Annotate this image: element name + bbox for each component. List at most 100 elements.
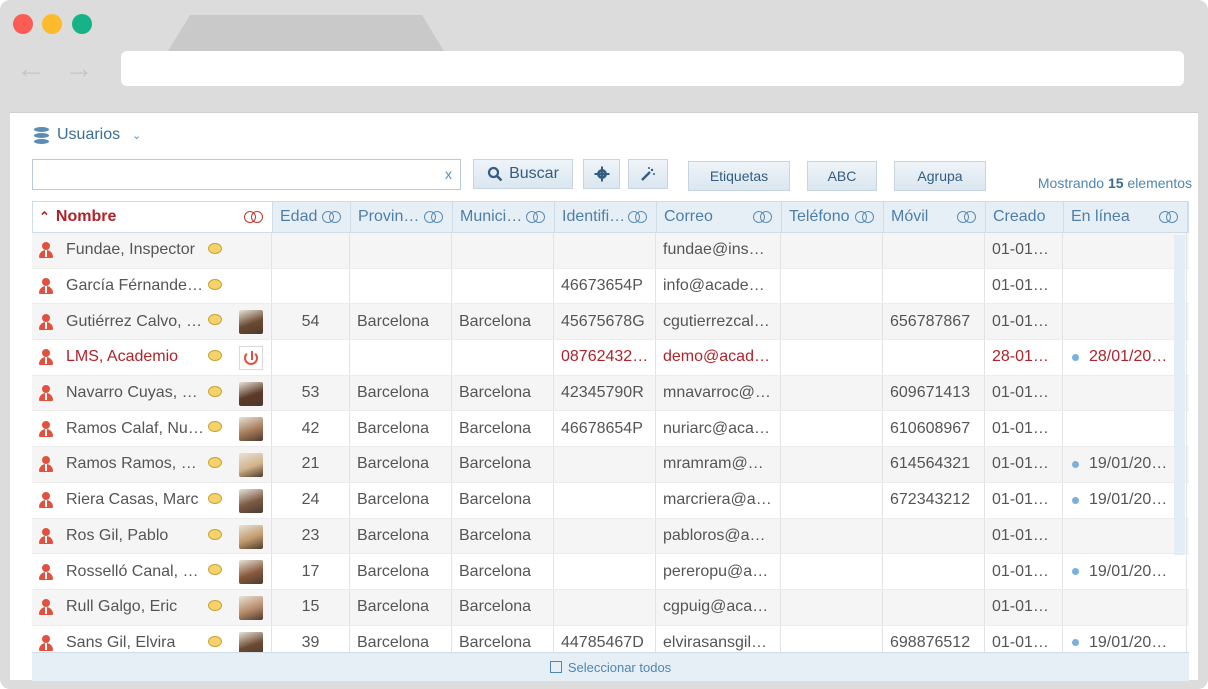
table-row[interactable]: Rosselló Canal, P… 17 Barcelona Barcelona pe… [32, 554, 1189, 590]
chat-bubble-icon[interactable] [208, 635, 222, 647]
cell-identificacion [554, 554, 656, 589]
chat-bubble-icon[interactable] [208, 457, 222, 469]
cell-nombre: Navarro Cuyas, … [32, 375, 272, 411]
table-row[interactable]: Ros Gil, Pablo 23 Barcelona Barcelona pablor… [32, 518, 1189, 555]
tags-button[interactable]: Etiquetas [688, 161, 790, 191]
forward-arrow-icon[interactable]: → [62, 54, 96, 84]
user-name[interactable]: García Férnande… [66, 277, 208, 295]
table-row[interactable]: Gutiérrez Calvo, … 54 Barcelona Barcelona 45… [32, 304, 1189, 341]
chat-bubble-icon[interactable] [208, 243, 222, 254]
table-row[interactable]: LMS, Academio 08762432… demo@acad… 28-01… 28… [32, 340, 1189, 376]
chat-bubble-icon[interactable] [208, 528, 222, 540]
settings-button[interactable] [583, 159, 620, 189]
column-header-movil[interactable]: Móvil [884, 202, 986, 232]
user-icon [38, 634, 54, 651]
column-toggle-icon[interactable] [322, 211, 342, 223]
cell-en-linea [1063, 375, 1187, 411]
column-header-provincia[interactable]: Provin… [351, 202, 453, 232]
user-photo-avatar [239, 381, 263, 406]
search-button[interactable]: Buscar [473, 159, 573, 189]
app-viewport: Usuarios ⌄ x Buscar Etiquetas ABC Agrupa… [10, 112, 1198, 681]
chat-bubble-icon[interactable] [208, 421, 222, 433]
magic-wand-button[interactable] [628, 159, 668, 189]
user-name[interactable]: Ramos Calaf, Nu… [66, 420, 208, 438]
column-toggle-icon[interactable] [855, 211, 875, 223]
cell-creado: 01-01… [985, 304, 1063, 340]
chat-bubble-icon[interactable] [208, 385, 222, 397]
chat-bubble-icon[interactable] [208, 564, 222, 576]
cell-movil [883, 268, 985, 304]
online-status-icon [1072, 496, 1079, 504]
column-toggle-icon[interactable] [526, 211, 546, 223]
chat-bubble-icon[interactable] [208, 350, 222, 362]
table-row[interactable]: Fundae, Inspector fundae@ins… 01-01… [32, 233, 1189, 269]
column-label: Correo [664, 208, 713, 225]
column-header-en-linea[interactable]: En línea [1064, 202, 1188, 232]
table-scrollbar[interactable] [1174, 235, 1185, 555]
user-photo-avatar [239, 310, 263, 335]
cell-correo: demo@acad… [656, 340, 781, 375]
column-header-identificacion[interactable]: Identifi… [555, 202, 657, 232]
cell-correo: mramram@… [656, 447, 781, 482]
column-header-municipio[interactable]: Munici… [453, 202, 555, 232]
user-name[interactable]: Navarro Cuyas, … [66, 384, 208, 402]
cell-identificacion [554, 589, 656, 625]
cell-en-linea [1063, 589, 1187, 625]
column-toggle-icon[interactable] [753, 211, 773, 223]
cell-municipio: Barcelona [452, 554, 554, 589]
user-name[interactable]: Sans Gil, Elvira [66, 634, 208, 652]
group-button[interactable]: Agrupa [894, 161, 986, 191]
table-row[interactable]: Ramos Ramos, … 21 Barcelona Barcelona mramra… [32, 447, 1189, 483]
user-name[interactable]: Fundae, Inspector [66, 241, 208, 259]
back-arrow-icon[interactable]: ← [14, 54, 48, 84]
cell-en-linea: 19/01/20… [1063, 447, 1187, 482]
count-prefix: Mostrando [1037, 175, 1105, 191]
chat-bubble-icon[interactable] [208, 599, 222, 611]
cell-movil [883, 554, 985, 589]
close-window-button[interactable] [13, 14, 33, 34]
column-header-telefono[interactable]: Teléfono [782, 202, 884, 232]
user-name[interactable]: Riera Casas, Marc [66, 491, 208, 509]
table-row[interactable]: García Férnande… 46673654P info@acade… 01-0… [32, 268, 1189, 305]
user-name[interactable]: Gutiérrez Calvo, … [66, 313, 208, 331]
cell-creado: 01-01… [985, 375, 1063, 411]
table-row[interactable]: Ramos Calaf, Nu… 42 Barcelona Barcelona 4667… [32, 411, 1189, 448]
address-bar[interactable] [121, 51, 1184, 86]
abc-button[interactable]: ABC [807, 161, 877, 191]
minimize-window-button[interactable] [42, 14, 62, 34]
user-name[interactable]: Rosselló Canal, P… [66, 563, 208, 581]
user-name[interactable]: LMS, Academio [66, 348, 208, 366]
search-input[interactable]: x [32, 159, 461, 190]
chat-bubble-icon[interactable] [208, 492, 222, 504]
cell-municipio: Barcelona [452, 482, 554, 518]
select-all-button[interactable]: Seleccionar todos [32, 652, 1189, 681]
user-icon [38, 420, 54, 437]
table-row[interactable]: Rull Galgo, Eric 15 Barcelona Barcelona cgpu… [32, 589, 1189, 626]
cell-correo: pereropu@a… [656, 554, 781, 589]
column-header-creado[interactable]: Creado [986, 202, 1064, 232]
module-selector[interactable]: Usuarios ⌄ [34, 125, 141, 145]
user-name[interactable]: Rull Galgo, Eric [66, 598, 208, 616]
cell-edad: 53 [272, 375, 350, 411]
table-row[interactable]: Riera Casas, Marc 24 Barcelona Barcelona mar… [32, 482, 1189, 519]
last-online: 19/01/20… [1089, 455, 1168, 473]
column-toggle-icon[interactable] [424, 211, 444, 223]
column-toggle-icon[interactable] [1159, 211, 1179, 223]
last-online: 19/01/20… [1089, 562, 1168, 580]
column-toggle-icon[interactable] [244, 211, 264, 223]
chat-bubble-icon[interactable] [208, 314, 222, 326]
clear-search-button[interactable]: x [445, 166, 452, 182]
table-row[interactable]: Navarro Cuyas, … 53 Barcelona Barcelona 4234… [32, 375, 1189, 412]
column-toggle-icon[interactable] [628, 211, 648, 223]
column-header-nombre[interactable]: ⌃ Nombre [33, 202, 273, 232]
column-header-edad[interactable]: Edad [273, 202, 351, 232]
cell-en-linea: 19/01/20… [1063, 482, 1187, 518]
chat-bubble-icon[interactable] [208, 278, 222, 290]
user-name[interactable]: Ros Gil, Pablo [66, 527, 208, 545]
column-header-correo[interactable]: Correo [657, 202, 782, 232]
cell-movil [883, 233, 985, 268]
column-toggle-icon[interactable] [957, 211, 977, 223]
browser-tab[interactable] [168, 15, 444, 51]
user-name[interactable]: Ramos Ramos, … [66, 455, 208, 473]
maximize-window-button[interactable] [72, 14, 92, 34]
